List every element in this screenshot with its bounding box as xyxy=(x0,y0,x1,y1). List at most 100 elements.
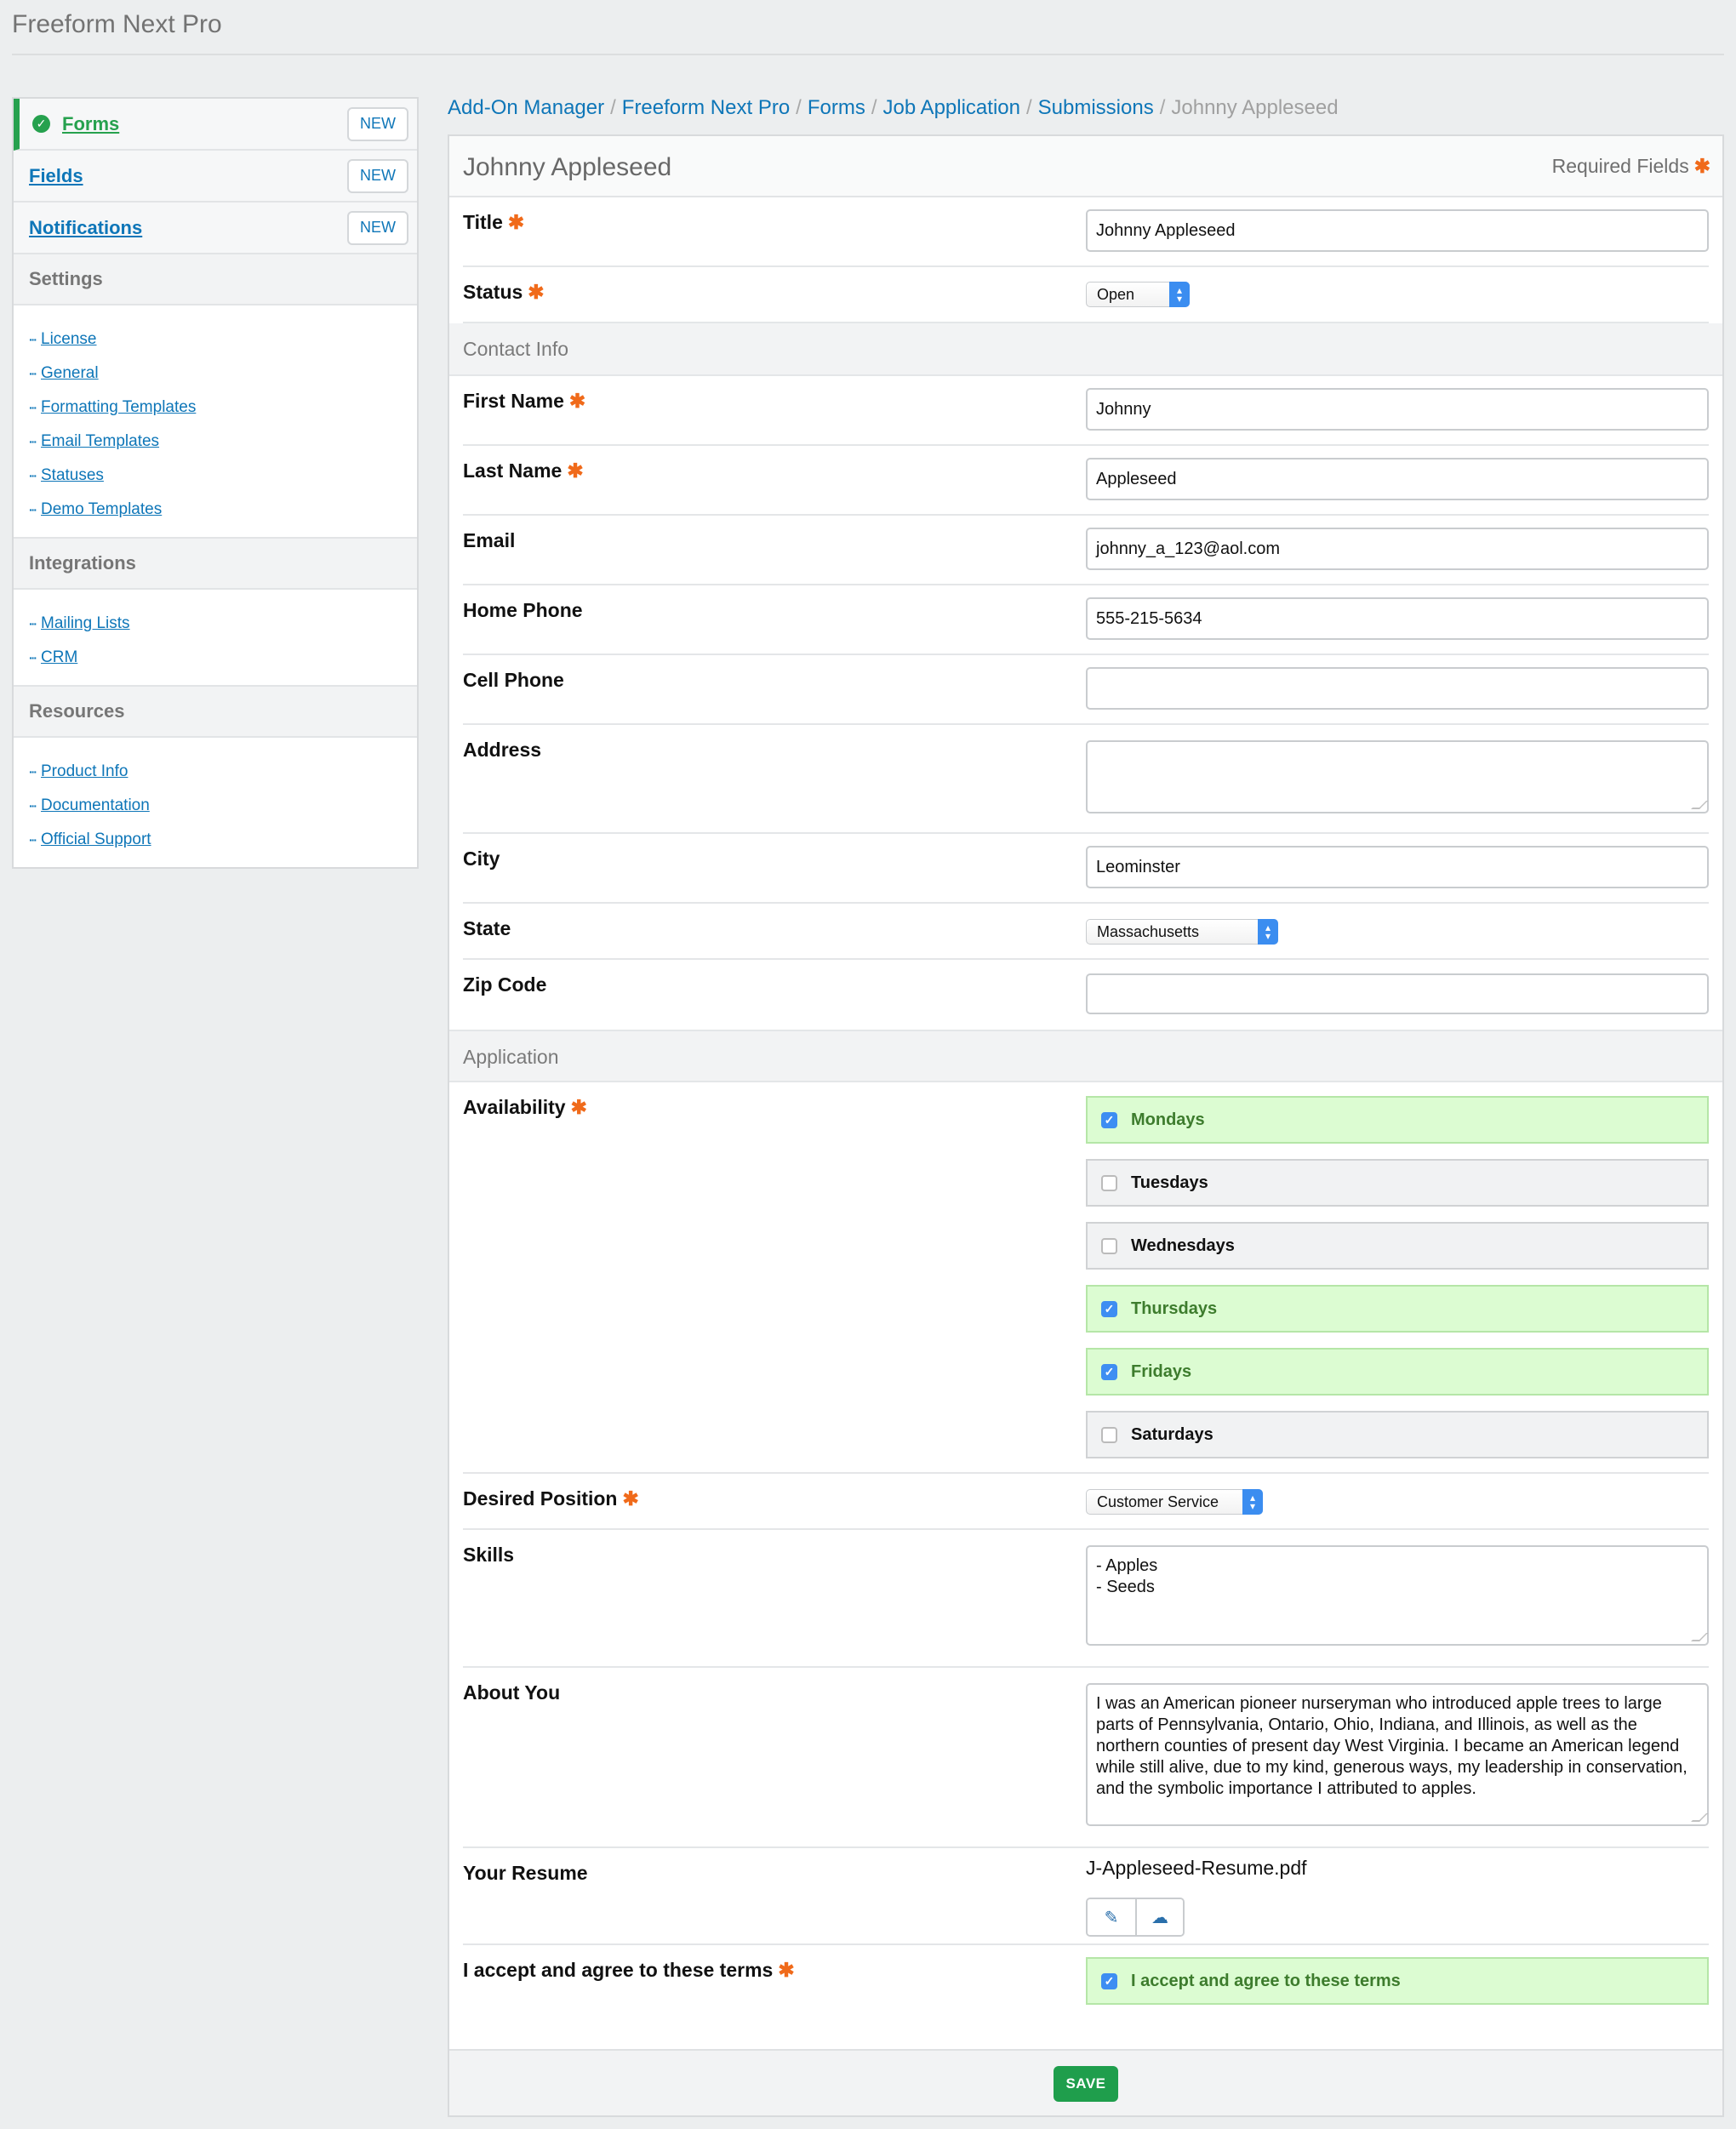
bullet-icon: ··· xyxy=(29,469,37,482)
checkbox-checked-icon[interactable]: ✓ xyxy=(1101,1972,1117,1989)
bullet-icon: ··· xyxy=(29,401,37,414)
form-footer: SAVE xyxy=(449,2049,1722,2115)
availability-fridays[interactable]: ✓ Fridays xyxy=(1086,1348,1709,1396)
sidebar-item-forms[interactable]: ✓ Forms NEW xyxy=(14,99,417,151)
cell-phone-input[interactable] xyxy=(1086,667,1709,710)
breadcrumb-job-application[interactable]: Job Application xyxy=(883,96,1020,119)
group-application: Application xyxy=(449,1030,1722,1082)
field-label-text: Last Name xyxy=(463,459,562,482)
breadcrumb-addon-manager[interactable]: Add-On Manager xyxy=(448,96,604,119)
status-select-value: Open xyxy=(1097,285,1135,303)
sidebar-link-general[interactable]: ··· General xyxy=(29,357,417,391)
required-star-icon: ✱ xyxy=(622,1487,639,1510)
zip-input[interactable] xyxy=(1086,973,1709,1014)
checkbox-icon[interactable] xyxy=(1101,1426,1117,1443)
sidebar-link-email-templates[interactable]: ··· Email Templates xyxy=(29,425,417,459)
sidebar-item-notifications[interactable]: Notifications NEW xyxy=(14,203,417,254)
checkbox-checked-icon[interactable]: ✓ xyxy=(1101,1300,1117,1317)
link-label[interactable]: Documentation xyxy=(41,796,150,815)
availability-thursdays[interactable]: ✓ Thursdays xyxy=(1086,1285,1709,1333)
breadcrumb-freeform[interactable]: Freeform Next Pro xyxy=(622,96,790,119)
group-contact-info: Contact Info xyxy=(449,323,1722,376)
link-label[interactable]: CRM xyxy=(41,648,77,667)
field-label: Home Phone xyxy=(463,599,583,621)
position-select[interactable]: Customer Service ▴ ▾ xyxy=(1086,1489,1263,1515)
option-label: I accept and agree to these terms xyxy=(1131,1971,1401,1990)
sidebar-item-fields[interactable]: Fields NEW xyxy=(14,151,417,203)
field-label: Your Resume xyxy=(463,1862,588,1884)
bullet-icon: ··· xyxy=(29,651,37,665)
field-label: Availability ✱ xyxy=(463,1096,587,1119)
sidebar-link-statuses[interactable]: ··· Statuses xyxy=(29,459,417,493)
sidebar-link-product-info[interactable]: ··· Product Info xyxy=(29,755,417,789)
first-name-input[interactable]: Johnny xyxy=(1086,388,1709,431)
availability-saturdays[interactable]: Saturdays xyxy=(1086,1411,1709,1458)
link-label[interactable]: Product Info xyxy=(41,762,128,781)
link-label[interactable]: Mailing Lists xyxy=(41,614,130,633)
chevron-updown-icon: ▴ ▾ xyxy=(1242,1489,1263,1515)
new-form-button[interactable]: NEW xyxy=(347,106,408,141)
resize-handle-icon[interactable] xyxy=(1691,801,1708,809)
availability-wednesdays[interactable]: Wednesdays xyxy=(1086,1222,1709,1270)
field-label: State xyxy=(463,917,511,939)
link-label[interactable]: Formatting Templates xyxy=(41,398,196,417)
sidebar-item-fields-label[interactable]: Fields xyxy=(29,165,347,187)
checkbox-checked-icon[interactable]: ✓ xyxy=(1101,1111,1117,1128)
required-star-icon: ✱ xyxy=(528,281,545,303)
panel-header: Johnny Appleseed Required Fields ✱ xyxy=(449,136,1722,197)
sidebar-link-license[interactable]: ··· License xyxy=(29,322,417,357)
availability-mondays[interactable]: ✓ Mondays xyxy=(1086,1096,1709,1144)
field-label: I accept and agree to these terms ✱ xyxy=(463,1959,795,1982)
field-label: Status ✱ xyxy=(463,281,545,304)
sidebar-link-mailing-lists[interactable]: ··· Mailing Lists xyxy=(29,607,417,641)
link-label[interactable]: Demo Templates xyxy=(41,500,162,519)
skills-textarea[interactable]: - Apples - Seeds xyxy=(1086,1545,1709,1646)
sidebar-item-forms-label[interactable]: Forms xyxy=(62,113,347,135)
field-label: Email xyxy=(463,529,516,551)
bullet-icon: ··· xyxy=(29,333,37,346)
link-label[interactable]: Official Support xyxy=(41,830,151,849)
group-title: Contact Info xyxy=(463,338,569,360)
title-input[interactable]: Johnny Appleseed xyxy=(1086,209,1709,252)
city-input[interactable]: Leominster xyxy=(1086,846,1709,888)
checkbox-icon[interactable] xyxy=(1101,1174,1117,1191)
home-phone-input[interactable]: 555-215-5634 xyxy=(1086,597,1709,640)
link-label[interactable]: Email Templates xyxy=(41,432,159,451)
sidebar-link-official-support[interactable]: ··· Official Support xyxy=(29,823,417,857)
checkbox-checked-icon[interactable]: ✓ xyxy=(1101,1363,1117,1380)
link-label[interactable]: License xyxy=(41,330,97,349)
option-label: Fridays xyxy=(1131,1361,1192,1381)
resize-handle-icon[interactable] xyxy=(1691,1813,1708,1822)
state-select[interactable]: Massachusetts ▴ ▾ xyxy=(1086,919,1278,945)
new-field-button[interactable]: NEW xyxy=(347,158,408,193)
breadcrumb: Add-On Manager / Freeform Next Pro / Forms / J… xyxy=(448,96,1339,120)
sidebar-link-crm[interactable]: ··· CRM xyxy=(29,641,417,675)
pencil-icon[interactable]: ✎ xyxy=(1088,1899,1135,1935)
email-input[interactable]: johnny_a_123@aol.com xyxy=(1086,528,1709,570)
sidebar-link-demo-templates[interactable]: ··· Demo Templates xyxy=(29,493,417,527)
required-fields-label: Required Fields xyxy=(1551,155,1689,177)
field-label-text: Status xyxy=(463,281,523,303)
save-button[interactable]: SAVE xyxy=(1054,2066,1118,2102)
breadcrumb-submissions[interactable]: Submissions xyxy=(1038,96,1154,119)
sidebar-link-documentation[interactable]: ··· Documentation xyxy=(29,789,417,823)
resize-handle-icon[interactable] xyxy=(1691,1633,1708,1641)
field-label: Desired Position ✱ xyxy=(463,1487,639,1510)
breadcrumb-current: Johnny Appleseed xyxy=(1171,96,1339,119)
status-select[interactable]: Open ▴ ▾ xyxy=(1086,282,1190,307)
breadcrumb-separator: / xyxy=(610,96,616,119)
terms-checkbox[interactable]: ✓ I accept and agree to these terms xyxy=(1086,1957,1709,2005)
sidebar-link-formatting-templates[interactable]: ··· Formatting Templates xyxy=(29,391,417,425)
availability-tuesdays[interactable]: Tuesdays xyxy=(1086,1159,1709,1207)
sidebar-item-notifications-label[interactable]: Notifications xyxy=(29,217,347,239)
address-textarea[interactable] xyxy=(1086,740,1709,813)
last-name-input[interactable]: Appleseed xyxy=(1086,458,1709,500)
link-label[interactable]: Statuses xyxy=(41,466,104,485)
checkbox-icon[interactable] xyxy=(1101,1237,1117,1254)
breadcrumb-forms[interactable]: Forms xyxy=(808,96,865,119)
option-label: Wednesdays xyxy=(1131,1236,1235,1255)
cloud-download-icon[interactable]: ☁ xyxy=(1135,1899,1183,1935)
new-notification-button[interactable]: NEW xyxy=(347,210,408,245)
link-label[interactable]: General xyxy=(41,364,99,383)
about-textarea[interactable]: I was an American pioneer nurseryman who… xyxy=(1086,1683,1709,1826)
